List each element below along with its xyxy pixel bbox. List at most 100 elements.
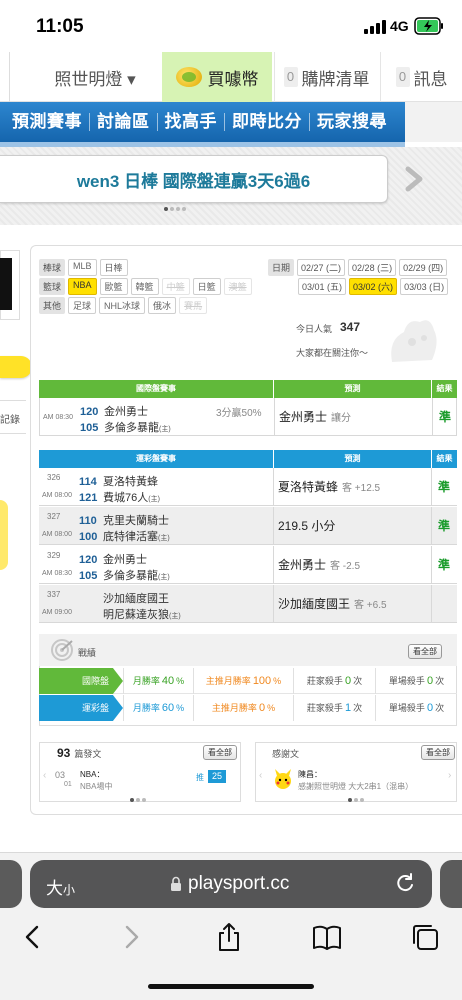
game-time: AM 08:00	[42, 531, 72, 538]
prediction: 219.5 小分	[278, 507, 339, 545]
lock-icon	[171, 876, 181, 891]
away-team: 沙加緬度國王	[79, 590, 169, 606]
away-name: 金州勇士	[103, 554, 147, 566]
menu-player-search[interactable]: 玩家搜尋	[310, 113, 394, 131]
chevron-right-icon[interactable]	[396, 155, 434, 203]
status-time: 11:05	[36, 16, 84, 37]
home-team: 105 多倫多暴龍(主)	[79, 567, 170, 583]
table-row[interactable]: 337 AM 09:00 沙加緬度國王 明尼蘇達灰狼(主) 沙加緬度國王客 +6…	[39, 585, 457, 623]
chevron-left-icon[interactable]: ‹	[259, 770, 262, 781]
site-name: 照世明燈 ▾	[54, 69, 136, 89]
post-date-day: 01	[64, 781, 72, 788]
menu-find-experts[interactable]: 找高手	[158, 113, 225, 131]
page-dot-active	[348, 798, 352, 802]
messages-button[interactable]: 0 訊息	[380, 52, 462, 102]
filter-tag-disabled: 中籃	[161, 278, 190, 295]
text-size-small: 小	[63, 883, 76, 897]
posts-see-all-button[interactable]: 看全部	[203, 745, 237, 760]
menu-live-scores[interactable]: 即時比分	[225, 113, 310, 131]
push-count-badge: 25	[208, 770, 226, 783]
result-badge	[431, 585, 457, 623]
filter-tag-selected[interactable]: NBA	[68, 278, 97, 295]
away-score: 114	[79, 476, 97, 488]
col-game: 運彩盤賽事	[136, 454, 176, 463]
reload-icon[interactable]	[394, 872, 416, 894]
popularity-label: 今日人氣	[296, 324, 333, 334]
chevron-left-icon[interactable]: ‹	[43, 770, 46, 781]
text-size-button[interactable]: 大小	[46, 874, 75, 899]
post-title[interactable]: NBA：	[80, 769, 104, 780]
filter-tag-disabled: 澳籃	[223, 278, 252, 295]
filter-tag[interactable]: 歐籃	[99, 278, 128, 295]
prediction-line: 客 +6.5	[354, 600, 387, 611]
posts-pagination	[130, 798, 146, 802]
date-option[interactable]: 02/28 (三)	[348, 259, 397, 276]
filter-tag[interactable]: 韓籃	[130, 278, 159, 295]
thanks-title: 感謝文	[272, 749, 300, 759]
table-row[interactable]: 326 AM 08:00 114 夏洛特黃蜂 121 費城76人(主) 夏洛特黃蜂客…	[39, 468, 457, 506]
tabs-icon[interactable]	[410, 922, 440, 952]
filter-basketball: 籃球 NBA 歐籃 韓籃 中籃 日籃 澳籃	[39, 278, 252, 295]
banner[interactable]: wen3 日棒 國際盤連贏3天6過6	[0, 155, 388, 203]
thanks-user[interactable]: 陳昌：	[298, 769, 322, 780]
game-id: 337	[47, 590, 61, 599]
previous-tab-preview[interactable]	[0, 860, 22, 908]
divider	[274, 398, 275, 436]
date-option[interactable]: 03/01 (五)	[298, 278, 347, 295]
popularity-subtext: 大家都在關注你～	[296, 348, 369, 358]
col-result: 結果	[431, 380, 457, 398]
record-row-lottery: 運彩盤 月勝率 60% 主推月勝率 0% 莊家殺手 1 次 單場殺手 0 次	[39, 695, 457, 721]
home-team: 121 費城76人(主)	[79, 489, 160, 505]
next-tab-preview[interactable]	[440, 860, 462, 908]
filter-baseball: 棒球 MLB 日棒	[39, 259, 128, 276]
stat-unit: 次	[353, 676, 363, 686]
date-option[interactable]: 02/27 (二)	[297, 259, 346, 276]
prediction-line: 客 -2.5	[330, 561, 361, 572]
forward-icon	[125, 925, 139, 949]
thanks-see-all-button[interactable]: 看全部	[421, 745, 455, 760]
bookmarks-icon[interactable]	[312, 922, 342, 952]
cart-button[interactable]: 0 購牌清單	[274, 52, 378, 102]
record-see-all-button[interactable]: 看全部	[408, 644, 442, 659]
stat-unit: %	[176, 676, 185, 686]
filter-tag[interactable]: 日籃	[192, 278, 221, 295]
game-time: AM 08:30	[42, 570, 72, 577]
back-icon[interactable]	[18, 922, 48, 952]
follow-button[interactable]	[0, 356, 32, 378]
table-row[interactable]: 329 AM 08:30 120 金州勇士 105 多倫多暴龍(主) 金州勇士客 -…	[39, 546, 457, 584]
record-tab-lottery: 運彩盤	[39, 695, 123, 721]
away-name: 夏洛特黃蜂	[103, 476, 158, 488]
buy-coins-button[interactable]: 買噱幣	[162, 52, 272, 102]
date-option[interactable]: 02/29 (四)	[399, 259, 448, 276]
thanks-pagination	[348, 798, 364, 802]
share-icon[interactable]	[214, 922, 244, 952]
home-name: 費城76人	[103, 492, 149, 504]
date-option[interactable]: 03/03 (日)	[400, 278, 449, 295]
date-row-1: 日期 02/27 (二) 02/28 (三) 02/29 (四)	[268, 259, 448, 276]
chevron-right-icon[interactable]: ›	[448, 770, 451, 781]
home-team: 明尼蘇達灰狼(主)	[79, 606, 181, 622]
filter-tag[interactable]: 日棒	[99, 259, 128, 276]
filter-tag-disabled: 賽馬	[179, 297, 208, 314]
home-indicator	[148, 984, 314, 989]
table-row[interactable]: 327 AM 08:00 110 克里夫蘭騎士 100 底特律活塞(主) 219.5…	[39, 507, 457, 545]
away-name: 沙加緬度國王	[103, 593, 169, 605]
filter-tag[interactable]: MLB	[68, 259, 97, 276]
filter-tag[interactable]: 足球	[68, 297, 97, 314]
main-pick-win-rate: 主推月勝率 100%	[193, 668, 293, 694]
date-option-selected[interactable]: 03/02 (六)	[349, 278, 398, 295]
network-type: 4G	[390, 18, 409, 34]
battery-charging-icon	[414, 17, 443, 35]
top-nav: 照世明燈 ▾ 買噱幣 0 購牌清單 0 訊息	[0, 52, 462, 102]
record-row-intl: 國際盤 月勝率 40% 主推月勝率 100% 莊家殺手 0 次 單場殺手 0 次	[39, 668, 457, 694]
nav-edge	[0, 52, 10, 102]
menu-forum[interactable]: 討論區	[90, 113, 158, 131]
filter-tag[interactable]: 俄冰	[148, 297, 177, 314]
filter-tag[interactable]: NHL冰球	[99, 297, 146, 314]
prediction: 金州勇士 讓分	[279, 398, 351, 436]
medal-icon	[0, 500, 8, 570]
menu-predict[interactable]: 預測賽事	[0, 113, 90, 131]
game-id: 329	[47, 551, 61, 560]
table-row[interactable]: AM 08:30 120 金州勇士 105 多倫多暴龍(主) 3分贏50% 金州勇士…	[39, 398, 457, 436]
site-dropdown[interactable]: 照世明燈 ▾	[30, 52, 160, 102]
